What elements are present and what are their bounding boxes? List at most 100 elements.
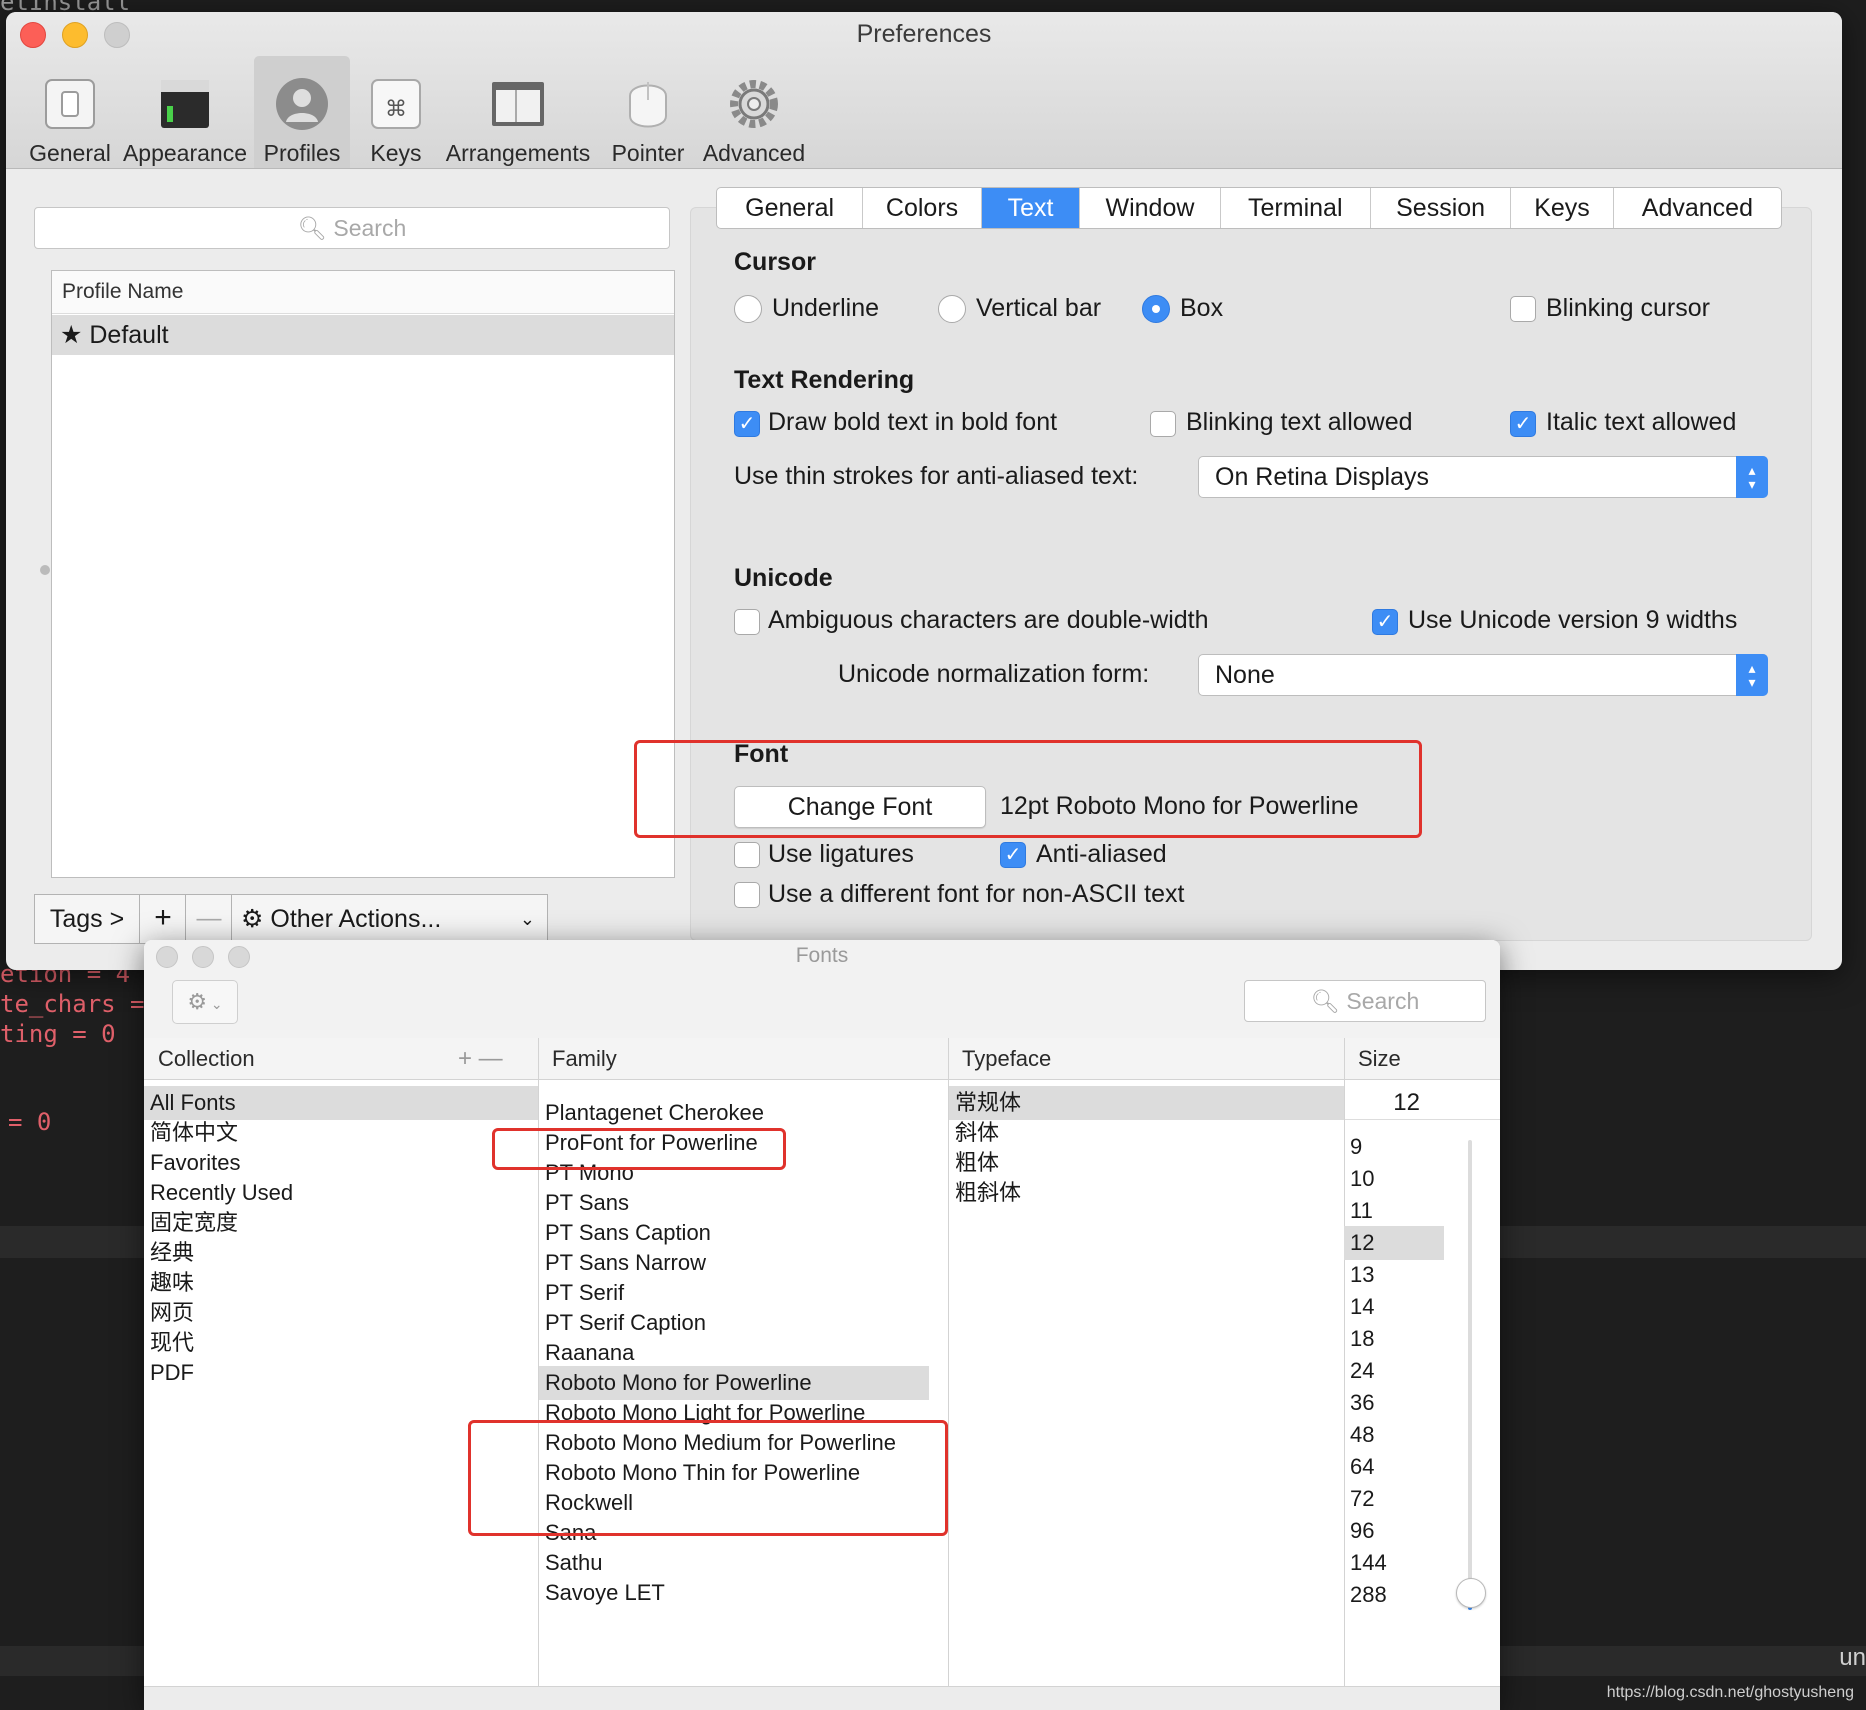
profile-list[interactable]: Profile Name ★ Default <box>51 270 675 878</box>
blinking-text-checkbox[interactable] <box>1150 411 1176 437</box>
family-item[interactable]: Savoye LET <box>539 1576 929 1610</box>
size-item[interactable]: 11 <box>1344 1194 1444 1228</box>
typeface-item[interactable]: 粗体 <box>949 1146 1344 1180</box>
tab-keys[interactable]: Keys <box>1511 188 1614 228</box>
collection-item[interactable]: PDF <box>144 1356 538 1390</box>
gear-icon: ⚙ <box>187 989 208 1014</box>
other-actions-menu[interactable]: ⚙ Other Actions... ⌄ <box>233 895 547 943</box>
split-handle[interactable] <box>40 565 50 575</box>
family-item[interactable]: Raanana <box>539 1336 929 1370</box>
size-item[interactable]: 48 <box>1344 1418 1444 1452</box>
tags-button[interactable]: Tags > <box>35 895 140 943</box>
size-item[interactable]: 14 <box>1344 1290 1444 1324</box>
action-menu-button[interactable]: ⚙ ⌄ <box>172 980 238 1024</box>
size-item[interactable]: 13 <box>1344 1258 1444 1292</box>
collection-item[interactable]: Favorites <box>144 1146 538 1180</box>
size-slider-track[interactable] <box>1468 1140 1472 1610</box>
profile-search-input[interactable]: 🔍︎ Search <box>34 207 670 249</box>
non-ascii-font-checkbox[interactable] <box>734 882 760 908</box>
size-slider-thumb[interactable] <box>1456 1578 1486 1608</box>
normalization-value: None <box>1215 660 1275 689</box>
collection-item[interactable]: Recently Used <box>144 1176 538 1210</box>
anti-aliased-checkbox[interactable]: ✓ <box>1000 842 1026 868</box>
family-item[interactable]: Sathu <box>539 1546 929 1580</box>
size-item[interactable]: 288 <box>1344 1578 1444 1612</box>
add-profile-button[interactable]: + <box>141 895 186 943</box>
search-icon: 🔍︎ <box>297 215 327 241</box>
tab-advanced[interactable]: Advanced <box>1614 188 1781 228</box>
thin-strokes-label: Use thin strokes for anti-aliased text: <box>734 462 1139 490</box>
collection-item[interactable]: 趣味 <box>144 1266 538 1300</box>
tab-terminal[interactable]: Terminal <box>1221 188 1371 228</box>
toolbar-profiles[interactable]: Profiles <box>254 56 350 168</box>
toolbar-pointer[interactable]: Pointer <box>602 56 694 168</box>
profile-row-default[interactable]: ★ Default <box>52 315 674 355</box>
cursor-box-radio[interactable] <box>1142 295 1170 323</box>
size-item[interactable]: 144 <box>1344 1546 1444 1580</box>
unicode-v9-checkbox[interactable]: ✓ <box>1372 609 1398 635</box>
toolbar-arrangements[interactable]: Arrangements <box>438 56 598 168</box>
italic-text-checkbox[interactable]: ✓ <box>1510 411 1536 437</box>
ligatures-checkbox[interactable] <box>734 842 760 868</box>
family-item-selected[interactable]: Roboto Mono for Powerline <box>539 1366 929 1400</box>
size-item[interactable]: 36 <box>1344 1386 1444 1420</box>
family-item[interactable]: PT Sans Caption <box>539 1216 929 1250</box>
size-item[interactable]: 18 <box>1344 1322 1444 1356</box>
ambiguous-width-checkbox[interactable] <box>734 609 760 635</box>
normalization-select[interactable]: None ▴ ▾ <box>1198 654 1768 696</box>
collection-item[interactable]: All Fonts <box>144 1086 538 1120</box>
fonts-bottom-bar <box>144 1686 1500 1710</box>
size-item[interactable]: 72 <box>1344 1482 1444 1516</box>
bold-font-checkbox[interactable]: ✓ <box>734 411 760 437</box>
gear-icon <box>730 80 778 128</box>
size-item-selected[interactable]: 12 <box>1344 1226 1444 1260</box>
family-item[interactable]: PT Serif Caption <box>539 1306 929 1340</box>
typeface-item[interactable]: 斜体 <box>949 1116 1344 1150</box>
thin-strokes-select[interactable]: On Retina Displays ▴ ▾ <box>1198 456 1768 498</box>
command-key-icon: ⌘ <box>371 79 421 129</box>
family-item[interactable]: PT Sans Narrow <box>539 1246 929 1280</box>
user-profile-icon <box>276 78 328 130</box>
family-item[interactable]: PT Sans <box>539 1186 929 1220</box>
collection-item[interactable]: 简体中文 <box>144 1116 538 1150</box>
tab-window[interactable]: Window <box>1080 188 1221 228</box>
toolbar-appearance[interactable]: Appearance <box>120 56 250 168</box>
tab-colors[interactable]: Colors <box>863 188 982 228</box>
collection-item[interactable]: 经典 <box>144 1236 538 1270</box>
typeface-header-label: Typeface <box>962 1045 1052 1071</box>
size-item[interactable]: 96 <box>1344 1514 1444 1548</box>
remove-profile-button[interactable]: — <box>187 895 232 943</box>
tab-general[interactable]: General <box>717 188 864 228</box>
blinking-cursor-checkbox[interactable] <box>1510 296 1536 322</box>
collection-item[interactable]: 现代 <box>144 1326 538 1360</box>
toolbar-general[interactable]: General <box>20 56 120 168</box>
toolbar-advanced[interactable]: Advanced <box>698 56 810 168</box>
size-input[interactable]: 12 <box>1345 1086 1500 1120</box>
size-item[interactable]: 10 <box>1344 1162 1444 1196</box>
tab-text[interactable]: Text <box>981 188 1081 228</box>
terminal-window-icon <box>161 80 209 128</box>
toolbar-label: General <box>29 140 111 166</box>
collection-item[interactable]: 网页 <box>144 1296 538 1330</box>
highlight-box <box>634 740 1422 838</box>
tab-session[interactable]: Session <box>1371 188 1512 228</box>
profile-name-header[interactable]: Profile Name <box>52 271 674 314</box>
typeface-header: Typeface <box>948 1038 1344 1080</box>
toolbar-label: Appearance <box>122 140 248 166</box>
unicode-heading: Unicode <box>734 564 833 592</box>
typeface-item-selected[interactable]: 常规体 <box>949 1086 1344 1120</box>
collection-add-remove-buttons[interactable]: + — <box>458 1038 503 1080</box>
typeface-item[interactable]: 粗斜体 <box>949 1176 1344 1210</box>
collection-item[interactable]: 固定宽度 <box>144 1206 538 1240</box>
size-item[interactable]: 24 <box>1344 1354 1444 1388</box>
family-item[interactable]: PT Serif <box>539 1276 929 1310</box>
cursor-vertical-bar-radio[interactable] <box>938 295 966 323</box>
highlight-box <box>468 1420 948 1536</box>
toolbar-keys[interactable]: ⌘ Keys <box>358 56 434 168</box>
size-item[interactable]: 9 <box>1344 1130 1444 1164</box>
fonts-search-input[interactable]: 🔍︎ Search <box>1244 980 1486 1022</box>
toolbar-label: Keys <box>370 140 422 166</box>
family-item[interactable]: Plantagenet Cherokee <box>539 1096 929 1130</box>
size-item[interactable]: 64 <box>1344 1450 1444 1484</box>
cursor-underline-radio[interactable] <box>734 295 762 323</box>
